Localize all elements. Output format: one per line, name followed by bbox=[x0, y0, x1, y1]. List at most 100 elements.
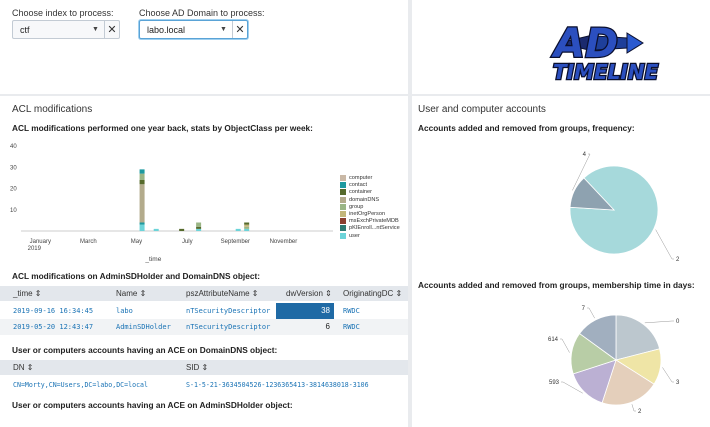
pie2-title: Accounts added and removed from groups, … bbox=[418, 280, 695, 290]
x-axis-label: _time bbox=[144, 256, 161, 263]
legend-item[interactable]: container bbox=[340, 189, 373, 196]
bar-segment-user[interactable] bbox=[153, 228, 159, 231]
col-version[interactable]: dwVersion ⇕ bbox=[286, 286, 332, 301]
bar-segment-domainDNS[interactable] bbox=[139, 184, 145, 223]
chevron-down-icon[interactable]: ▼ bbox=[220, 26, 232, 33]
chevron-down-icon[interactable]: ▼ bbox=[92, 26, 104, 33]
cell-attribute[interactable]: nTSecurityDescriptor bbox=[186, 303, 270, 319]
legend-item[interactable]: computer bbox=[340, 175, 372, 181]
acl-table-header: _time ⇕ Name ⇕ pszAttributeName ⇕ dwVers… bbox=[0, 286, 408, 301]
legend-label: computer bbox=[349, 175, 373, 181]
bar-segment-contact[interactable] bbox=[139, 222, 145, 225]
legend-swatch bbox=[340, 203, 346, 210]
col-time[interactable]: _time ⇕ bbox=[13, 286, 42, 301]
cell-sid[interactable]: S-1-5-21-3634504526-1236365413-381463801… bbox=[186, 377, 369, 393]
ad-timeline-logo: AD TIMELINE bbox=[550, 20, 660, 86]
pie-leader-line bbox=[644, 320, 674, 324]
cell-dc[interactable]: RWDC bbox=[343, 319, 360, 335]
bar-segment-user[interactable] bbox=[139, 224, 145, 231]
bar-segment-group[interactable] bbox=[196, 222, 202, 227]
bar-segment-container[interactable] bbox=[179, 228, 185, 231]
table-row[interactable]: CN=Morty,CN=Users,DC=labo,DC=local S-1-5… bbox=[0, 377, 408, 393]
cell-dn[interactable]: CN=Morty,CN=Users,DC=labo,DC=local bbox=[13, 377, 148, 393]
pie-leader-line bbox=[587, 307, 595, 319]
legend-swatch bbox=[340, 232, 346, 239]
bar-segment-user[interactable] bbox=[244, 228, 250, 231]
col-sid[interactable]: SID ⇕ bbox=[186, 360, 208, 375]
table-row[interactable]: 2019-09-16 16:34:45 labo nTSecurityDescr… bbox=[0, 303, 408, 319]
bar-segment-contact[interactable] bbox=[139, 169, 145, 174]
bar-segment-inetOrgPerson[interactable] bbox=[244, 224, 250, 227]
clear-domain-button[interactable]: ✕ bbox=[232, 21, 247, 38]
pie1-title: Accounts added and removed from groups, … bbox=[418, 123, 635, 133]
x-tick-label: May bbox=[131, 239, 142, 245]
legend-swatch bbox=[340, 175, 346, 181]
legend-swatch bbox=[340, 225, 346, 232]
table2-title: User or computers accounts having an ACE… bbox=[12, 345, 278, 355]
logo-line2: TIMELINE bbox=[553, 60, 659, 84]
cell-attribute[interactable]: nTSecurityDescriptor bbox=[186, 319, 270, 335]
x-tick-label: September bbox=[221, 239, 250, 245]
legend-item[interactable]: group bbox=[340, 203, 363, 210]
bar-segment-user[interactable] bbox=[196, 228, 202, 231]
col-attribute[interactable]: pszAttributeName ⇕ bbox=[186, 286, 259, 301]
legend-label: contact bbox=[349, 182, 368, 189]
bar-segment-user[interactable] bbox=[235, 228, 241, 231]
table1-title: ACL modifications on AdminSDHolder and D… bbox=[12, 271, 260, 281]
logo-panel: AD TIMELINE bbox=[412, 0, 710, 94]
pie-slice-label: 614 bbox=[548, 337, 559, 343]
legend-swatch bbox=[340, 189, 346, 196]
legend-item[interactable]: domainDNS bbox=[340, 196, 380, 203]
col-dn[interactable]: DN ⇕ bbox=[13, 360, 33, 375]
cell-dc[interactable]: RWDC bbox=[343, 303, 360, 319]
cell-name[interactable]: labo bbox=[116, 303, 133, 319]
bar-segment-container[interactable] bbox=[139, 180, 145, 185]
y-tick-label: 30 bbox=[10, 165, 17, 171]
cell-time[interactable]: 2019-05-20 12:43:47 bbox=[13, 319, 93, 335]
index-value: ctf bbox=[20, 24, 30, 35]
legend-item[interactable]: inetOrgPerson bbox=[340, 211, 385, 217]
legend-item[interactable]: msExchPrivateMDB bbox=[340, 218, 399, 225]
bar-segment-container[interactable] bbox=[196, 226, 202, 229]
pie-slice-label: 3 bbox=[676, 380, 680, 386]
legend-label: domainDNS bbox=[349, 196, 380, 203]
domain-dropdown[interactable]: labo.local ▼ ✕ bbox=[139, 20, 248, 39]
col-name[interactable]: Name ⇕ bbox=[116, 286, 146, 301]
ace-table-header: DN ⇕ SID ⇕ bbox=[0, 360, 408, 375]
legend-item[interactable]: pKIEnroll...ntService bbox=[340, 225, 400, 232]
accounts-panel: User and computer accounts Accounts adde… bbox=[412, 96, 710, 427]
acl-chart-legend: computer contact container domainDNS group in… bbox=[340, 175, 408, 245]
acl-panel-title: ACL modifications bbox=[12, 104, 93, 115]
pie-slice-label: 593 bbox=[549, 380, 560, 386]
legend-item[interactable]: contact bbox=[340, 182, 368, 189]
col-dc[interactable]: OriginatingDC ⇕ bbox=[343, 286, 402, 301]
membership-time-pie-chart: 0 3 2 593 614 7 bbox=[548, 306, 680, 415]
pie-leader-line bbox=[631, 404, 636, 412]
legend-label: container bbox=[349, 189, 373, 196]
cell-time[interactable]: 2019-09-16 16:34:45 bbox=[13, 303, 93, 319]
accounts-panel-title: User and computer accounts bbox=[418, 104, 546, 115]
domain-value: labo.local bbox=[147, 24, 186, 35]
cell-name[interactable]: AdminSDHolder bbox=[116, 319, 171, 335]
bar-segment-container[interactable] bbox=[244, 222, 250, 225]
legend-swatch bbox=[340, 218, 346, 225]
x-tick-label: March bbox=[80, 239, 97, 245]
clear-index-button[interactable]: ✕ bbox=[104, 21, 119, 38]
legend-label: pKIEnroll...ntService bbox=[349, 225, 400, 232]
pie-slice-label: 4 bbox=[583, 152, 587, 158]
bar-segment-group[interactable] bbox=[244, 226, 250, 229]
cell-version[interactable]: 6 bbox=[276, 319, 334, 335]
index-dropdown[interactable]: ctf ▼ ✕ bbox=[12, 20, 120, 39]
domain-label: Choose AD Domain to process: bbox=[139, 8, 265, 18]
legend-item[interactable]: user bbox=[340, 232, 360, 239]
table-row[interactable]: 2019-05-20 12:43:47 AdminSDHolder nTSecu… bbox=[0, 319, 408, 335]
legend-swatch bbox=[340, 182, 346, 189]
pie-leader-line bbox=[662, 367, 674, 383]
domaindns-ace-table: DN ⇕ SID ⇕ CN=Morty,CN=Users,DC=labo,DC=… bbox=[0, 360, 408, 394]
pie-leader-line bbox=[655, 229, 674, 260]
legend-label: inetOrgPerson bbox=[349, 211, 386, 217]
x-tick-label: January bbox=[30, 239, 51, 245]
cell-version-highlight[interactable]: 38 bbox=[276, 303, 334, 319]
bar-segment-group[interactable] bbox=[139, 173, 145, 180]
pie-slice-label: 2 bbox=[676, 257, 680, 263]
